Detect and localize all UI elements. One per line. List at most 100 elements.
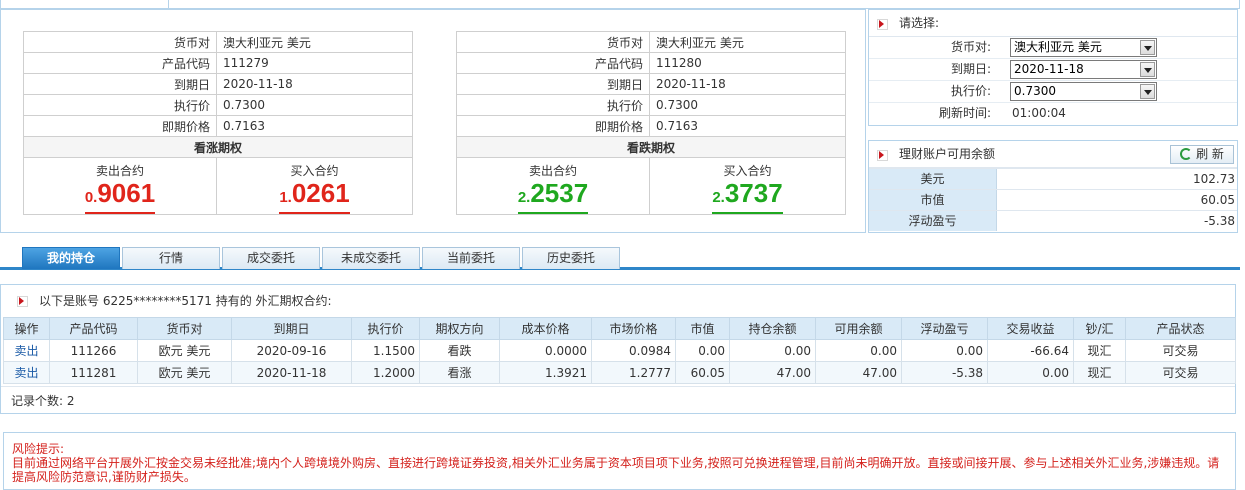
- cell-product-status: 可交易: [1125, 339, 1236, 362]
- call-buy-price[interactable]: 1.0261: [279, 178, 350, 214]
- strike-select[interactable]: 0.7300: [1010, 82, 1157, 101]
- cell-direction: 看跌: [419, 339, 500, 362]
- col-header: 操作: [3, 317, 50, 340]
- put-product-code-value: 111280: [649, 52, 846, 74]
- tab-unfilled-orders[interactable]: 未成交委托: [322, 247, 420, 269]
- put-buy-cell[interactable]: 买入合约 2.3737: [649, 157, 846, 215]
- refresh-button[interactable]: 刷 新: [1170, 145, 1234, 164]
- call-buy-price-frac: 0261: [291, 178, 350, 208]
- sell-link[interactable]: 卖出: [3, 339, 50, 362]
- cell-available-balance: 47.00: [815, 361, 902, 384]
- tab-quotes[interactable]: 行情: [122, 247, 220, 269]
- put-expiry-value: 2020-11-18: [649, 73, 846, 95]
- col-header: 钞/汇: [1073, 317, 1126, 340]
- currency-pair-select[interactable]: 澳大利亚元 美元: [1010, 38, 1157, 57]
- put-sell-price[interactable]: 2.2537: [517, 180, 589, 214]
- call-product-code-value: 111279: [216, 52, 413, 74]
- selector-row-strike: 执行价: 0.7300: [869, 81, 1237, 103]
- cell-strike: 1.2000: [351, 361, 420, 384]
- col-header: 产品代码: [49, 317, 138, 340]
- refresh-time-value: 01:00:04: [1012, 106, 1066, 120]
- call-option-title: 看涨期权: [23, 136, 413, 158]
- balance-header: 理财账户可用余额 刷 新: [869, 141, 1237, 168]
- cell-expiry: 2020-11-18: [231, 361, 352, 384]
- balance-market-value-value: 60.05: [1200, 193, 1235, 207]
- top-strip-tab: [1, 0, 169, 8]
- put-strike-value: 0.7300: [649, 94, 846, 116]
- cell-product-code: 111281: [49, 361, 138, 384]
- cell-strike: 1.1500: [351, 339, 420, 362]
- bullet-arrow-icon: [877, 150, 888, 161]
- table-row: 卖出 111281 欧元 美元 2020-11-18 1.2000 看涨 1.3…: [3, 361, 1236, 384]
- chevron-down-icon[interactable]: [1140, 40, 1155, 55]
- put-row-strike: 执行价 0.7300: [456, 94, 846, 116]
- chevron-down-icon[interactable]: [1140, 84, 1155, 99]
- tab-current-orders[interactable]: 当前委托: [422, 247, 520, 269]
- balance-row-market-value: 市值 60.05: [869, 189, 1237, 210]
- put-buy-price[interactable]: 2.3737: [712, 180, 783, 214]
- risk-text: 目前通过网络平台开展外汇按金交易未经批准;境内个人跨境境外购房、直接进行跨境证券…: [12, 456, 1220, 484]
- put-spot-value: 0.7163: [649, 115, 846, 137]
- put-currency-pair-value: 澳大利亚元 美元: [649, 31, 846, 53]
- put-sell-label: 卖出合约: [528, 164, 577, 178]
- chevron-down-icon[interactable]: [1140, 62, 1155, 77]
- put-row-prices: 卖出合约 2.2537 买入合约 2.3737: [456, 157, 846, 215]
- expiry-selected: 2020-11-18: [1014, 62, 1084, 76]
- put-sell-cell[interactable]: 卖出合约 2.2537: [456, 157, 650, 215]
- sell-link[interactable]: 卖出: [3, 361, 50, 384]
- call-row-product-code: 产品代码 111279: [23, 52, 413, 74]
- call-spot-label: 即期价格: [23, 115, 217, 137]
- balance-market-value-label: 市值: [869, 190, 997, 210]
- balance-row-usd: 美元 102.73: [869, 168, 1237, 189]
- col-header: 成本价格: [499, 317, 592, 340]
- selector-header: 请选择:: [869, 10, 1237, 37]
- col-header: 交易收益: [987, 317, 1074, 340]
- call-row-spot: 即期价格 0.7163: [23, 115, 413, 137]
- holdings-header-row: 操作 产品代码 货币对 到期日 执行价 期权方向 成本价格 市场价格 市值 持仓…: [3, 317, 1236, 340]
- call-buy-cell[interactable]: 买入合约 1.0261: [216, 157, 413, 215]
- balance-floating-pl-label: 浮动盈亏: [869, 211, 997, 231]
- table-row: 卖出 111266 欧元 美元 2020-09-16 1.1500 看跌 0.0…: [3, 339, 1236, 362]
- cell-currency-pair: 欧元 美元: [137, 339, 232, 362]
- call-strike-value: 0.7300: [216, 94, 413, 116]
- holdings-header: 以下是账号 6225********5171 持有的 外汇期权合约:: [1, 285, 1235, 317]
- col-header: 浮动盈亏: [901, 317, 988, 340]
- put-row-expiry: 到期日 2020-11-18: [456, 73, 846, 95]
- risk-title: 风险提示:: [12, 442, 65, 456]
- expiry-select[interactable]: 2020-11-18: [1010, 60, 1157, 79]
- put-option-table: 货币对 澳大利亚元 美元 产品代码 111280 到期日 2020-11-18 …: [456, 31, 846, 215]
- col-header: 市场价格: [591, 317, 676, 340]
- cell-cost-price: 0.0000: [499, 339, 592, 362]
- put-product-code-label: 产品代码: [456, 52, 650, 74]
- cell-available-balance: 0.00: [815, 339, 902, 362]
- cell-market-price: 1.2777: [591, 361, 676, 384]
- holdings-table: 操作 产品代码 货币对 到期日 执行价 期权方向 成本价格 市场价格 市值 持仓…: [3, 317, 1236, 384]
- balance-panel: 理财账户可用余额 刷 新 美元 102.73 市值 60.05 浮动盈亏 -5.…: [868, 140, 1238, 233]
- selector-title: 请选择:: [899, 16, 940, 30]
- put-strike-label: 执行价: [456, 94, 650, 116]
- tab-my-positions[interactable]: 我的持仓: [22, 247, 120, 269]
- call-row-prices: 卖出合约 0.9061 买入合约 1.0261: [23, 157, 413, 215]
- bullet-arrow-icon: [17, 296, 28, 307]
- call-sell-price[interactable]: 0.9061: [84, 180, 156, 214]
- put-row-product-code: 产品代码 111280: [456, 52, 846, 74]
- tab-bar: 我的持仓 行情 成交委托 未成交委托 当前委托 历史委托: [0, 246, 1240, 270]
- call-sell-cell[interactable]: 卖出合约 0.9061: [23, 157, 217, 215]
- tab-filled-orders[interactable]: 成交委托: [222, 247, 320, 269]
- call-row-expiry: 到期日 2020-11-18: [23, 73, 413, 95]
- top-strip: [0, 0, 1240, 9]
- holdings-heading: 以下是账号 6225********5171 持有的 外汇期权合约:: [39, 294, 332, 308]
- col-header: 持仓余额: [729, 317, 816, 340]
- put-spot-label: 即期价格: [456, 115, 650, 137]
- call-buy-price-int: 1.: [279, 189, 292, 206]
- balance-floating-pl-value: -5.38: [1203, 214, 1235, 228]
- cell-cost-price: 1.3921: [499, 361, 592, 384]
- call-option-table: 货币对 澳大利亚元 美元 产品代码 111279 到期日 2020-11-18 …: [23, 31, 413, 215]
- tab-history-orders[interactable]: 历史委托: [522, 247, 620, 269]
- put-currency-pair-label: 货币对: [456, 31, 650, 53]
- risk-notice: 风险提示: 目前通过网络平台开展外汇按金交易未经批准;境内个人跨境境外购房、直接…: [3, 432, 1236, 490]
- bullet-arrow-icon: [877, 19, 888, 30]
- call-currency-pair-value: 澳大利亚元 美元: [216, 31, 413, 53]
- selector-panel: 请选择: 货币对: 澳大利亚元 美元 到期日: 2020-11-18 执行价: …: [868, 9, 1238, 126]
- expiry-label: 到期日:: [950, 62, 991, 76]
